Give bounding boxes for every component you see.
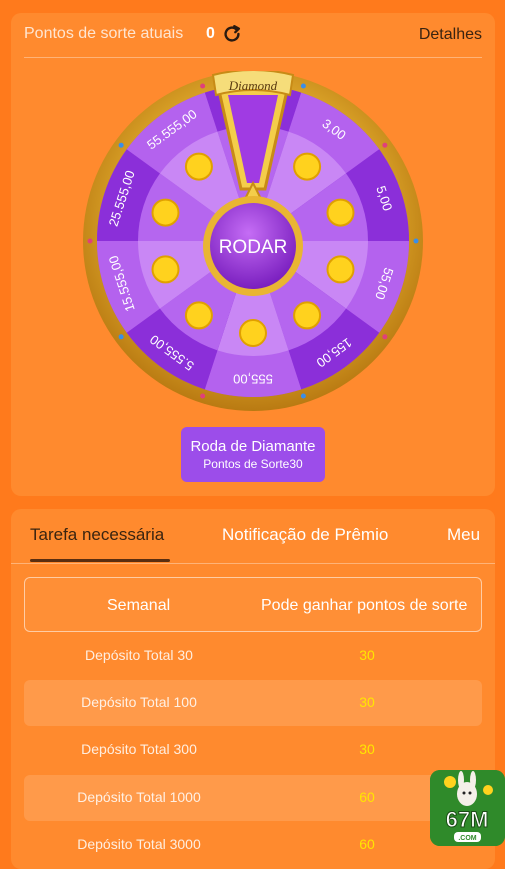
refresh-icon[interactable] [221,23,243,45]
task-name: Depósito Total 3000 [77,836,201,852]
current-points-label: Pontos de sorte atuais [24,25,184,42]
coin-icon [293,152,322,181]
coin-icon [326,198,355,227]
table-row: Depósito Total 30 30 [24,633,482,679]
wheel-segment-label: 555,00 [233,372,273,387]
header-weekly: Semanal [107,597,171,614]
table-header: Semanal Pode ganhar pontos de sorte [24,577,482,632]
badge-subtitle: Pontos de Sorte30 [203,457,303,471]
table-row: Depósito Total 1000 60 [24,775,482,821]
table-row: Depósito Total 100 30 [24,680,482,726]
rim-gem [200,83,206,89]
coin-icon [239,319,267,347]
current-points-value: 0 [206,25,215,42]
rim-gem [300,393,306,399]
header-points: Pode ganhar pontos de sorte [261,597,468,614]
coin-icon [326,255,355,284]
task-name: Depósito Total 30 [85,647,193,663]
tab-mine[interactable]: Meu [447,525,480,545]
coin-icon [184,152,213,181]
task-points: 30 [359,741,375,757]
task-points: 30 [359,647,375,663]
lucky-wheel-card: Pontos de sorte atuais 0 Detalhes 1,003,… [11,13,495,496]
site-logo[interactable]: 67M .COM [430,770,505,846]
task-name: Depósito Total 1000 [77,789,201,805]
rim-gem [118,334,124,340]
coin-icon [293,301,322,330]
logo-subtext: .COM [458,835,476,842]
rim-gem [413,238,419,244]
points-bar: Pontos de sorte atuais 0 Detalhes [24,13,482,58]
tab-prize-notification[interactable]: Notificação de Prêmio [222,525,388,545]
coin-icon [184,301,213,330]
coin-icon [151,198,180,227]
table-row: Depósito Total 300 30 [24,727,482,773]
rim-gem [87,238,93,244]
task-card: Tarefa necessária Notificação de Prêmio … [11,509,495,869]
task-points: 30 [359,694,375,710]
active-tab-indicator [30,559,170,562]
prize-wheel: 1,003,005,0055,00155,00555,005.555,0015.… [83,71,423,411]
rim-gem [382,142,388,148]
rim-gem [118,142,124,148]
task-name: Depósito Total 100 [81,694,197,710]
coin-icon [151,255,180,284]
task-name: Depósito Total 300 [81,741,197,757]
tab-required-task[interactable]: Tarefa necessária [30,525,164,545]
rim-gem [382,334,388,340]
logo-text: 67M [446,807,489,832]
rim-gem [300,83,306,89]
logo-graphic: 67M .COM [430,770,505,846]
badge-title: Roda de Diamante [190,438,316,455]
tab-bar: Tarefa necessária Notificação de Prêmio … [11,509,495,564]
table-row: Depósito Total 3000 60 [24,822,482,868]
spin-button-label[interactable]: RODAR [219,237,288,258]
details-link[interactable]: Detalhes [419,26,482,44]
rim-gem [200,393,206,399]
diamond-wheel-badge[interactable]: Roda de Diamante Pontos de Sorte30 [181,427,325,482]
diamond-banner-text: Diamond [228,78,278,93]
